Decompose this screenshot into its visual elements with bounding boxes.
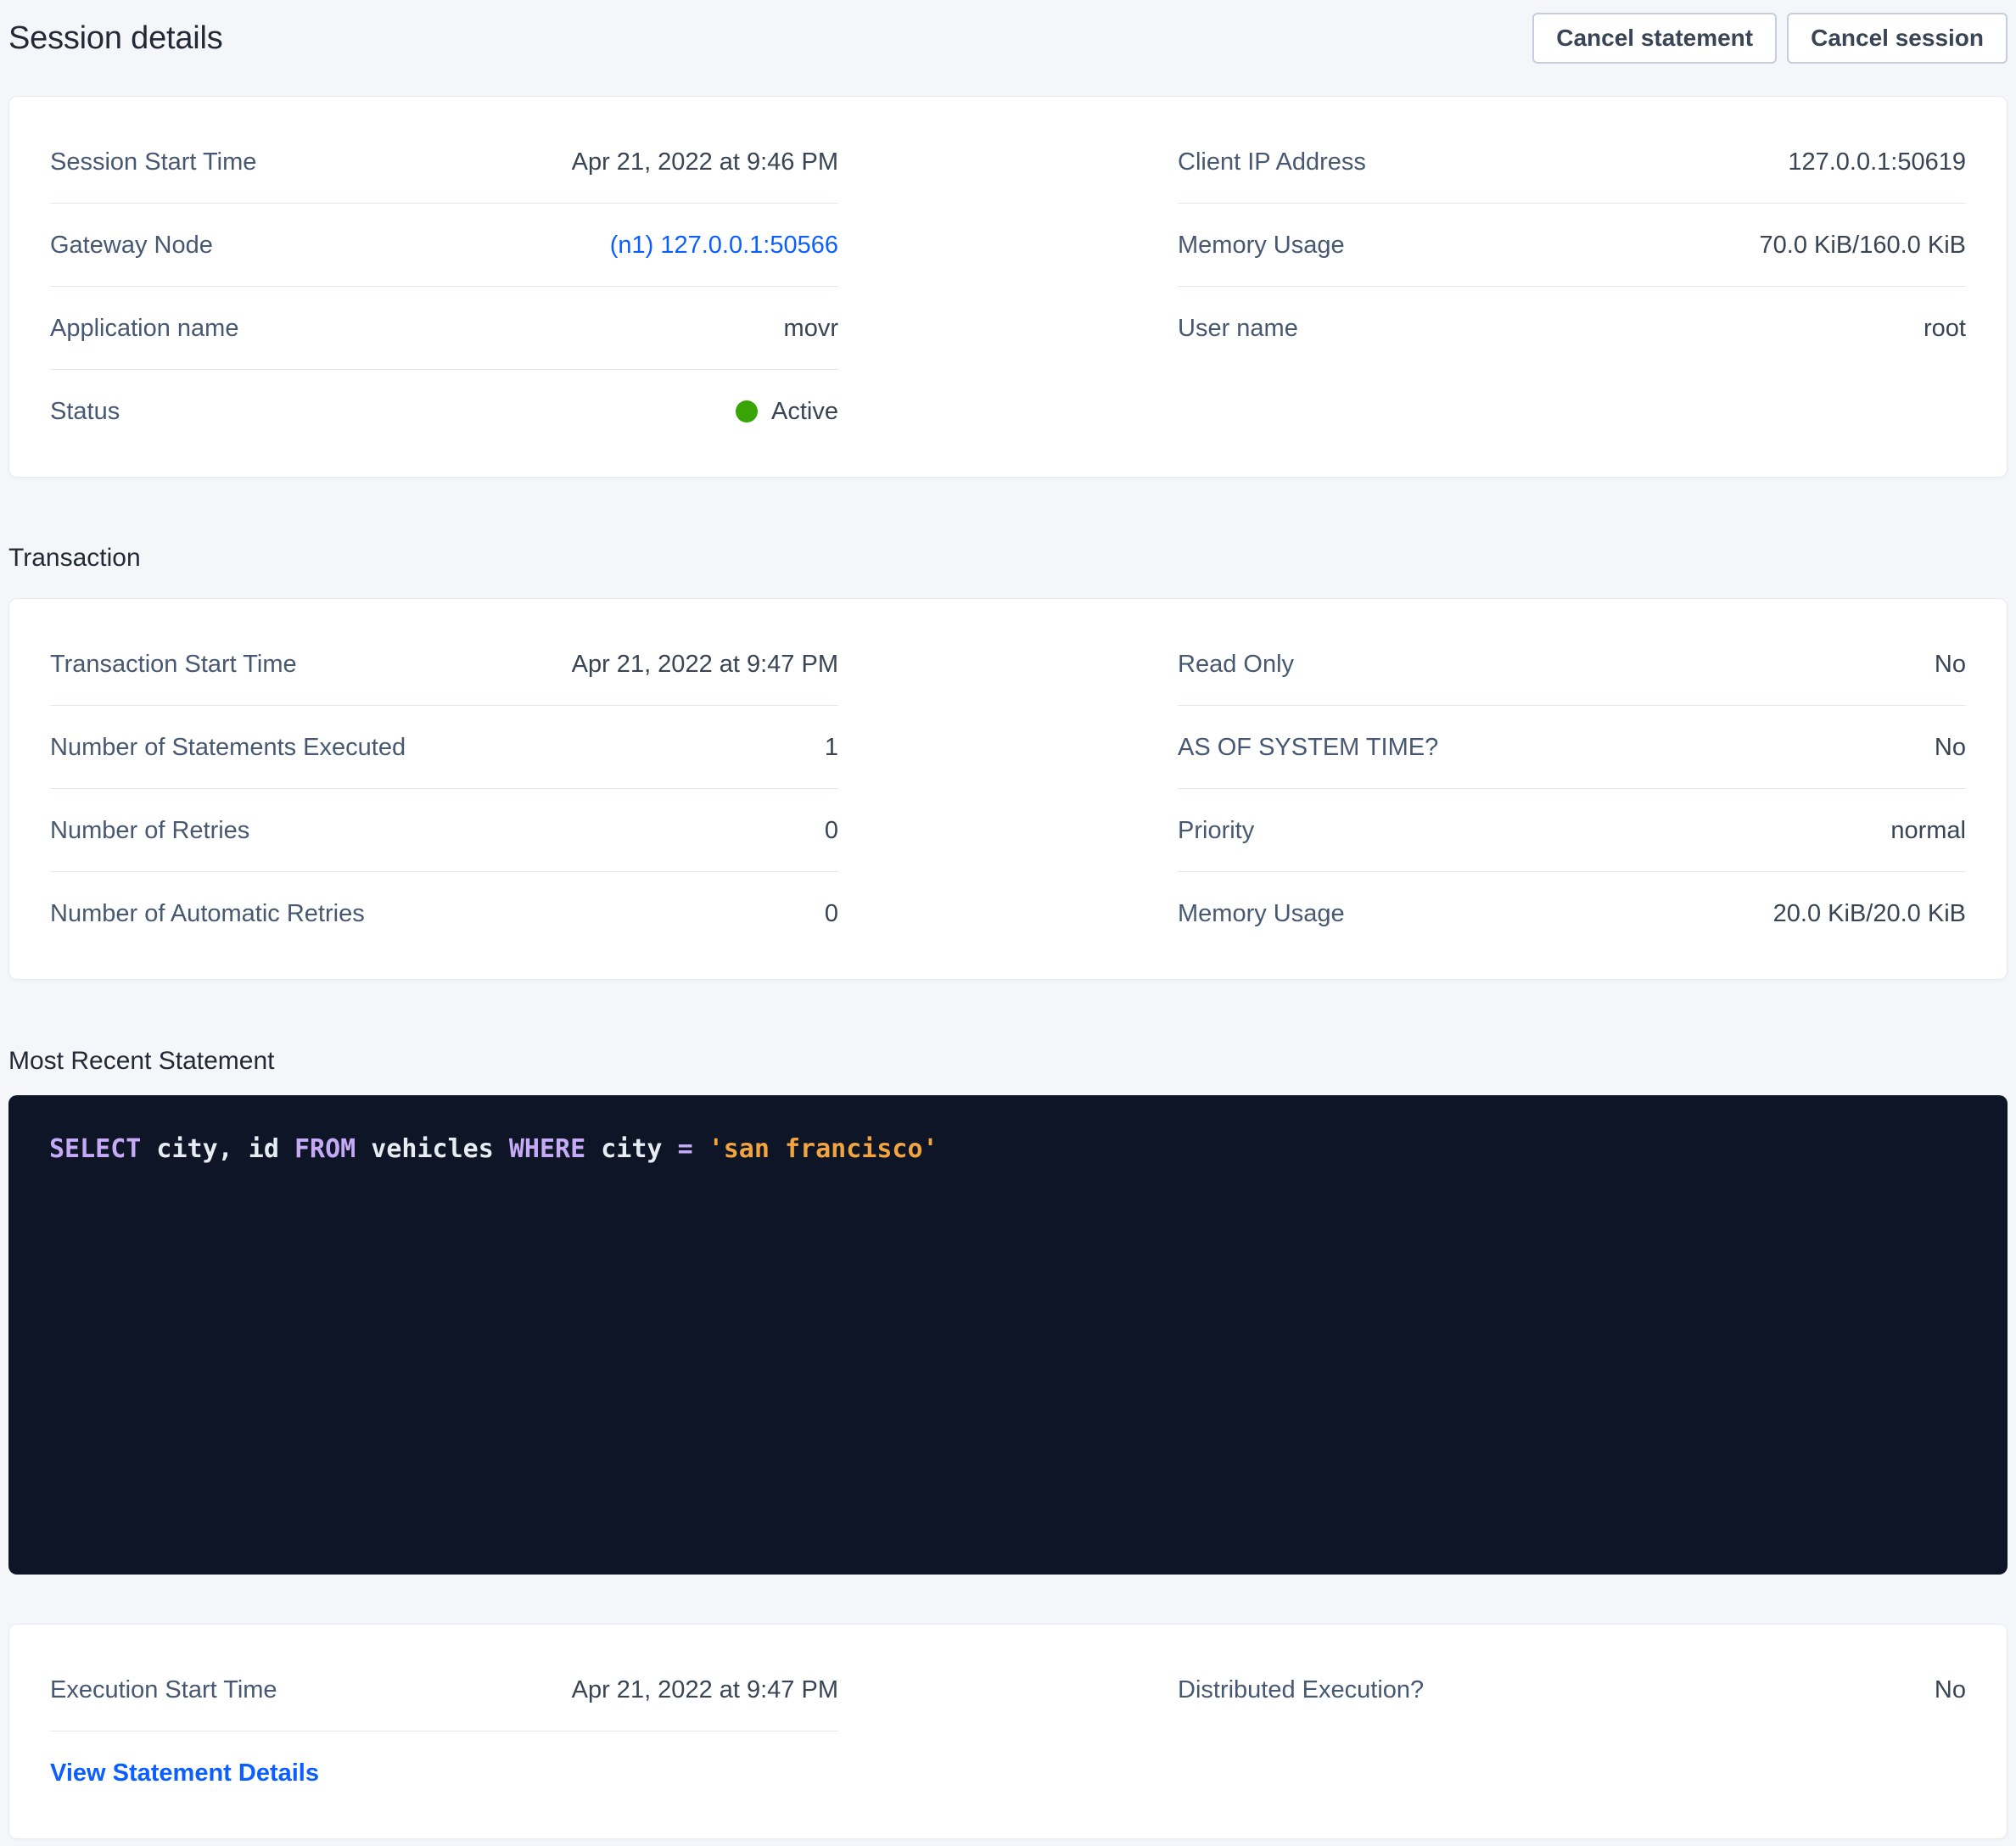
row-label: Gateway Node (50, 230, 213, 260)
row-label: Number of Automatic Retries (50, 898, 365, 929)
row-label: Read Only (1178, 649, 1294, 680)
row-label: Number of Statements Executed (50, 732, 406, 763)
sql-statement-block: SELECT city, id FROM vehicles WHERE city… (8, 1095, 2008, 1575)
row-value: 70.0 KiB/160.0 KiB (1760, 230, 1966, 260)
row-label: Number of Retries (50, 815, 249, 846)
as-of-system-time-row: AS OF SYSTEM TIME? No (1178, 706, 1966, 789)
status-row: Status Active (50, 370, 838, 453)
row-value: No (1935, 1675, 1966, 1705)
gateway-node-link[interactable]: (n1) 127.0.0.1:50566 (610, 230, 838, 260)
memory-usage-row: Memory Usage 70.0 KiB/160.0 KiB (1178, 204, 1966, 287)
session-details-page: Session details Cancel statement Cancel … (0, 0, 2016, 1846)
row-value: 0 (825, 815, 838, 846)
cancel-session-button[interactable]: Cancel session (1787, 13, 2008, 64)
client-ip-row: Client IP Address 127.0.0.1:50619 (1178, 120, 1966, 204)
sql-string: 'san francisco' (708, 1134, 938, 1164)
row-label: Memory Usage (1178, 898, 1345, 929)
read-only-row: Read Only No (1178, 623, 1966, 706)
execution-right-column: Distributed Execution? No (1178, 1648, 1966, 1815)
row-label: Execution Start Time (50, 1675, 277, 1705)
row-label: Priority (1178, 815, 1254, 846)
row-label: Client IP Address (1178, 147, 1366, 177)
automatic-retries-row: Number of Automatic Retries 0 (50, 872, 838, 955)
row-label: AS OF SYSTEM TIME? (1178, 732, 1438, 763)
row-label: Transaction Start Time (50, 649, 297, 680)
sql-keyword: SELECT (49, 1134, 141, 1164)
session-summary-card: Session Start Time Apr 21, 2022 at 9:46 … (8, 96, 2008, 478)
sql-keyword: FROM (294, 1134, 356, 1164)
transaction-left-column: Transaction Start Time Apr 21, 2022 at 9… (50, 623, 838, 955)
gateway-node-row: Gateway Node (n1) 127.0.0.1:50566 (50, 204, 838, 287)
transaction-right-column: Read Only No AS OF SYSTEM TIME? No Prior… (1178, 623, 1966, 955)
session-left-column: Session Start Time Apr 21, 2022 at 9:46 … (50, 120, 838, 453)
page-title: Session details (8, 20, 223, 57)
application-name-row: Application name movr (50, 287, 838, 370)
row-value: Apr 21, 2022 at 9:47 PM (572, 649, 838, 680)
row-value: 127.0.0.1:50619 (1788, 147, 1966, 177)
row-label: Memory Usage (1178, 230, 1345, 260)
row-label: Application name (50, 313, 238, 344)
row-value: 1 (825, 732, 838, 763)
sql-keyword: = (678, 1134, 693, 1164)
transaction-start-time-row: Transaction Start Time Apr 21, 2022 at 9… (50, 623, 838, 706)
cancel-statement-button[interactable]: Cancel statement (1532, 13, 1777, 64)
sql-identifier (693, 1134, 708, 1164)
row-label: Status (50, 396, 120, 427)
status-active-dot-icon (736, 400, 758, 422)
row-label: Session Start Time (50, 147, 256, 177)
status-text: Active (771, 396, 838, 427)
row-value: root (1924, 313, 1966, 344)
row-label: User name (1178, 313, 1298, 344)
row-value: movr (784, 313, 838, 344)
most-recent-statement-heading: Most Recent Statement (8, 1046, 2008, 1077)
row-value: Apr 21, 2022 at 9:47 PM (572, 1675, 838, 1705)
execution-card: Execution Start Time Apr 21, 2022 at 9:4… (8, 1624, 2008, 1839)
row-value: No (1935, 649, 1966, 680)
execution-start-time-row: Execution Start Time Apr 21, 2022 at 9:4… (50, 1648, 838, 1731)
transaction-heading: Transaction (8, 543, 2008, 573)
row-value: normal (1890, 815, 1966, 846)
header-actions: Cancel statement Cancel session (1532, 13, 2008, 64)
view-statement-details-link[interactable]: View Statement Details (50, 1759, 319, 1787)
sql-statement: SELECT city, id FROM vehicles WHERE city… (49, 1134, 938, 1164)
row-value: No (1935, 732, 1966, 763)
row-value: Apr 21, 2022 at 9:46 PM (572, 147, 838, 177)
session-right-column: Client IP Address 127.0.0.1:50619 Memory… (1178, 120, 1966, 453)
sql-keyword: WHERE (509, 1134, 585, 1164)
status-badge: Active (736, 396, 838, 427)
row-label: Distributed Execution? (1178, 1675, 1424, 1705)
transaction-memory-usage-row: Memory Usage 20.0 KiB/20.0 KiB (1178, 872, 1966, 955)
sql-identifier: city (585, 1134, 677, 1164)
row-value: 0 (825, 898, 838, 929)
sql-identifier: vehicles (356, 1134, 509, 1164)
number-of-retries-row: Number of Retries 0 (50, 789, 838, 872)
distributed-execution-row: Distributed Execution? No (1178, 1648, 1966, 1731)
statements-executed-row: Number of Statements Executed 1 (50, 706, 838, 789)
view-statement-details-row: View Statement Details (50, 1731, 838, 1815)
session-start-time-row: Session Start Time Apr 21, 2022 at 9:46 … (50, 120, 838, 204)
row-value: 20.0 KiB/20.0 KiB (1773, 898, 1966, 929)
priority-row: Priority normal (1178, 789, 1966, 872)
user-name-row: User name root (1178, 287, 1966, 370)
transaction-card: Transaction Start Time Apr 21, 2022 at 9… (8, 598, 2008, 980)
page-header: Session details Cancel statement Cancel … (8, 12, 2008, 64)
sql-identifier: city, id (141, 1134, 294, 1164)
execution-left-column: Execution Start Time Apr 21, 2022 at 9:4… (50, 1648, 838, 1815)
